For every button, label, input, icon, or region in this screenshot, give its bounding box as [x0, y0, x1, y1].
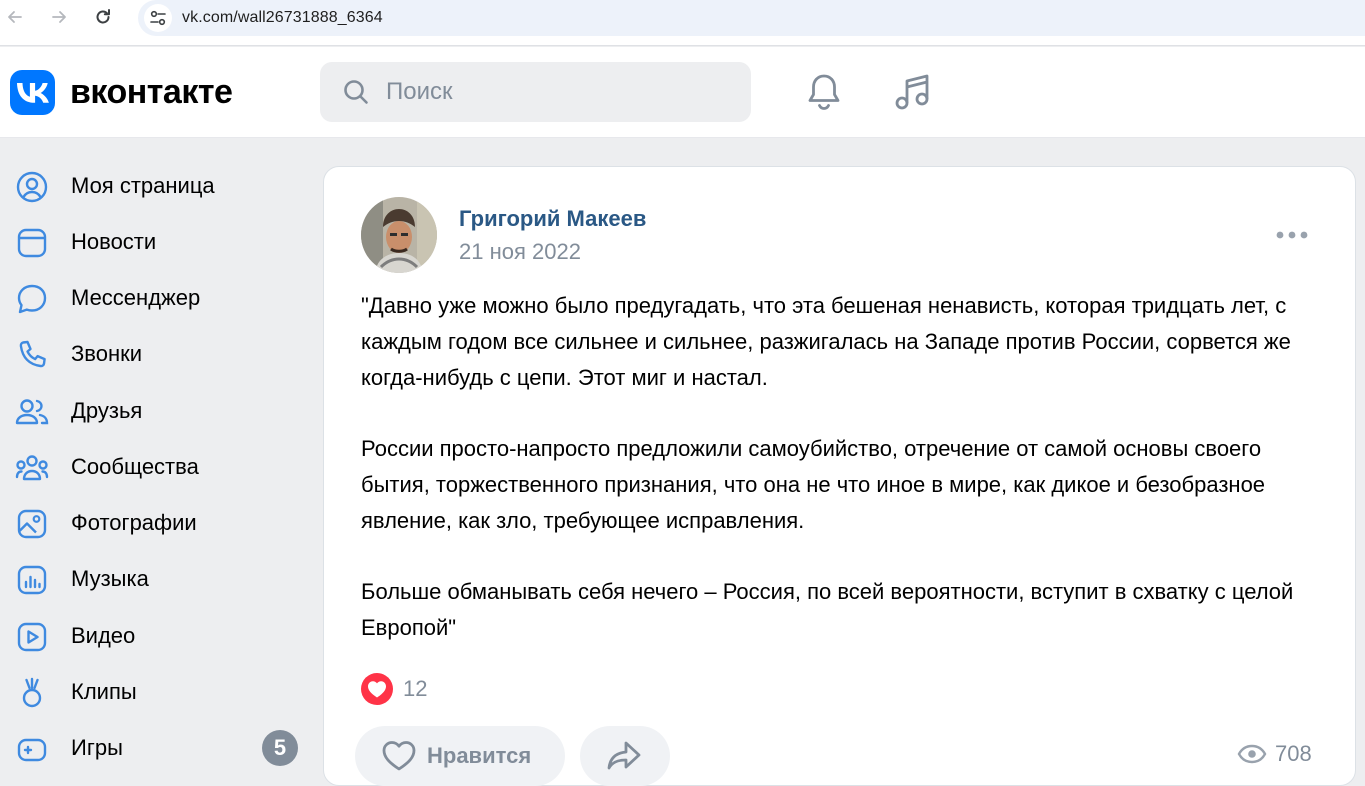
- post-paragraph: Больше обманывать себя нечего – Россия, …: [361, 579, 1294, 641]
- sidebar-item-label: Новости: [71, 229, 157, 254]
- sidebar-item-label: Игры: [71, 735, 123, 760]
- sidebar-item-calls[interactable]: Звонки: [0, 328, 310, 376]
- clips-icon: [15, 676, 49, 710]
- share-button[interactable]: [580, 726, 670, 786]
- sidebar-item-label: Музыка: [71, 566, 149, 591]
- reload-button[interactable]: [90, 4, 116, 30]
- post-date[interactable]: 21 ноя 2022: [459, 239, 581, 265]
- search-box[interactable]: [320, 62, 751, 122]
- like-button[interactable]: Нравится: [355, 726, 565, 786]
- search-icon: [344, 80, 368, 104]
- sidebar-item-clips[interactable]: Клипы: [0, 666, 310, 714]
- music-note-icon: [895, 74, 929, 110]
- sidebar-item-label: Моя страница: [71, 173, 215, 198]
- sidebar-item-label: Видео: [71, 623, 136, 648]
- message-icon: [15, 282, 49, 316]
- post-paragraph: России просто-напросто предложили самоуб…: [361, 436, 1266, 533]
- post-text: "Давно уже можно было предугадать, что э…: [361, 288, 1331, 682]
- site-header: вконтакте: [0, 47, 1365, 138]
- friends-icon: [15, 395, 49, 429]
- sidebar-item-photos[interactable]: Фотографии: [0, 497, 310, 545]
- address-bar[interactable]: vk.com/wall26731888_6364: [138, 0, 1365, 36]
- eye-icon: [1237, 744, 1267, 764]
- reactions-summary[interactable]: 12: [361, 672, 427, 706]
- views-counter: 708: [1237, 741, 1312, 767]
- like-button-label: Нравится: [427, 743, 532, 768]
- notifications-button[interactable]: [803, 71, 845, 113]
- brand-wordmark[interactable]: вконтакте: [70, 73, 233, 112]
- share-icon: [607, 741, 641, 770]
- sidebar-item-label: Звонки: [71, 341, 143, 366]
- heart-reaction-icon: [361, 673, 393, 705]
- url-text[interactable]: vk.com/wall26731888_6364: [182, 9, 383, 27]
- sidebar-item-my-page[interactable]: Моя страница: [0, 160, 310, 208]
- author-avatar[interactable]: [361, 197, 437, 273]
- photo-icon: [15, 507, 49, 541]
- site-settings-icon[interactable]: [144, 4, 172, 32]
- video-icon: [15, 620, 49, 654]
- games-icon: [15, 732, 49, 766]
- post-paragraph: "Давно уже можно было предугадать, что э…: [361, 293, 1291, 390]
- post-menu-button[interactable]: [1272, 225, 1312, 245]
- sidebar-item-label: Клипы: [71, 679, 137, 704]
- sidebar-item-music[interactable]: Музыка: [0, 553, 310, 601]
- bell-icon: [808, 74, 840, 110]
- music-player-button[interactable]: [892, 71, 934, 113]
- browser-toolbar: vk.com/wall26731888_6364: [0, 0, 1365, 46]
- sidebar-item-label: Сообщества: [71, 454, 199, 479]
- user-circle-icon: [15, 170, 49, 204]
- music-icon: [15, 563, 49, 597]
- sidebar-item-video[interactable]: Видео: [0, 610, 310, 658]
- forward-button[interactable]: [46, 4, 72, 30]
- sidebar-item-label: Мессенджер: [71, 285, 201, 310]
- communities-icon: [15, 451, 49, 485]
- reload-icon: [96, 9, 110, 24]
- sidebar-item-friends[interactable]: Друзья: [0, 385, 310, 433]
- sidebar-item-label: Фотографии: [71, 510, 197, 535]
- games-count-badge: 5: [262, 730, 298, 766]
- post-author-name[interactable]: Григорий Макеев: [459, 206, 646, 232]
- vk-logo-icon[interactable]: [10, 70, 55, 115]
- more-horizontal-icon: [1276, 231, 1308, 239]
- phone-icon: [15, 338, 49, 372]
- search-input[interactable]: [386, 76, 726, 108]
- wall-post: Григорий Макеев 21 ноя 2022 "Давно уже м…: [323, 166, 1356, 786]
- arrow-left-icon: [8, 11, 22, 23]
- arrow-right-icon: [52, 11, 66, 23]
- back-button[interactable]: [2, 4, 28, 30]
- sidebar-item-communities[interactable]: Сообщества: [0, 441, 310, 489]
- newsfeed-icon: [15, 226, 49, 260]
- sidebar-item-messenger[interactable]: Мессенджер: [0, 272, 310, 320]
- sidebar-item-games[interactable]: Игры 5: [0, 722, 310, 770]
- reactions-count: 12: [403, 676, 428, 701]
- sidebar-item-news[interactable]: Новости: [0, 216, 310, 264]
- sidebar-item-label: Друзья: [71, 398, 143, 423]
- views-count: 708: [1275, 741, 1312, 766]
- heart-outline-icon: [382, 741, 416, 771]
